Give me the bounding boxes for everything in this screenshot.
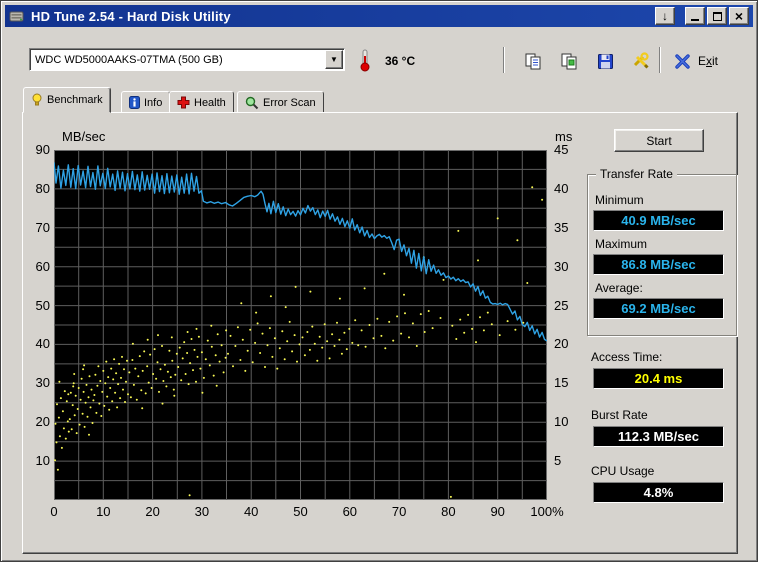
temperature-value: 36 °C	[385, 54, 416, 68]
tab-info[interactable]: Info	[121, 91, 171, 113]
x-axis-tick: 90	[490, 504, 505, 519]
minimum-value: 40.9 MB/sec	[593, 210, 724, 231]
toolbar-separator	[503, 47, 505, 73]
right-axis-tick: 5	[554, 453, 562, 469]
right-axis-tick: 15	[554, 375, 569, 391]
right-axis-tick: 10	[554, 414, 569, 430]
access-time-value: 20.4 ms	[593, 368, 724, 389]
copy-image-icon	[561, 53, 576, 69]
exit-label[interactable]: Exit	[698, 54, 718, 68]
chevron-down-icon: ▼	[330, 55, 338, 64]
x-axis-tick: 10	[96, 504, 111, 519]
thermometer-icon	[360, 49, 370, 72]
left-axis-tick: 40	[35, 336, 50, 352]
average-value: 69.2 MB/sec	[593, 298, 724, 319]
minimize-button[interactable]	[685, 7, 705, 25]
left-axis-tick: 80	[35, 180, 50, 196]
average-label: Average:	[595, 281, 643, 295]
maximize-icon	[712, 11, 722, 21]
grid-lines	[54, 150, 547, 500]
left-axis-tick: 70	[35, 219, 50, 235]
right-axis-tick: 25	[554, 297, 569, 313]
maximum-label: Maximum	[595, 237, 648, 251]
right-axis-tick: 20	[554, 336, 569, 352]
burst-rate-value: 112.3 MB/sec	[593, 426, 724, 447]
tab-error-scan-label: Error Scan	[263, 96, 316, 109]
close-button[interactable]: ×	[729, 7, 749, 25]
right-axis-tick: 45	[554, 142, 569, 157]
x-axis-tick: 30	[194, 504, 210, 519]
benchmark-chart: MB/sec ms 90 80 70 60 50 40 30 20 10 45 40 35 30 25 20…	[36, 129, 573, 519]
save-button[interactable]	[593, 49, 617, 73]
exit-button[interactable]	[671, 49, 695, 73]
burst-rate-label: Burst Rate	[591, 408, 648, 422]
copy-pages-icon	[525, 53, 540, 69]
left-axis-tick: 20	[35, 414, 50, 430]
x-axis-tick: 40	[243, 504, 259, 519]
access-time-label: Access Time:	[591, 350, 663, 364]
tab-health-label: Health	[194, 96, 226, 109]
x-axis-tick: 0	[50, 504, 58, 519]
toolbar-separator	[659, 47, 661, 73]
minimize-icon	[691, 19, 699, 21]
maximum-value: 86.8 MB/sec	[593, 254, 724, 275]
transfer-rate-group-title: Transfer Rate	[596, 167, 677, 181]
options-button[interactable]	[629, 49, 653, 73]
x-axis-tick: 60	[342, 504, 358, 519]
right-axis-tick: 35	[554, 219, 569, 235]
close-icon: ×	[734, 8, 744, 24]
tab-benchmark[interactable]: Benchmark	[23, 87, 111, 113]
right-axis-tick: 30	[554, 258, 569, 274]
start-button[interactable]: Start	[614, 129, 704, 152]
exit-label-pre: E	[698, 54, 707, 68]
tab-health[interactable]: Health	[169, 91, 234, 113]
left-axis-tick: 30	[35, 375, 50, 391]
benchmark-page: MB/sec ms 90 80 70 60 50 40 30 20 10 45 40 35 30 25 20…	[22, 112, 738, 554]
lightbulb-icon	[32, 93, 42, 106]
info-icon	[129, 96, 140, 109]
cpu-usage-label: CPU Usage	[591, 464, 655, 478]
window-title: HD Tune 2.54 - Hard Disk Utility	[31, 8, 231, 24]
start-button-label: Start	[646, 133, 672, 148]
tab-info-label: Info	[144, 96, 163, 109]
roll-up-arrow-icon: ↓	[662, 9, 668, 23]
left-axis-tick: 10	[35, 453, 50, 469]
red-cross-icon	[177, 96, 190, 109]
minimum-label: Minimum	[595, 193, 644, 207]
cpu-usage-value: 4.8%	[593, 482, 724, 503]
exit-label-post: it	[712, 54, 719, 68]
copy-image-button[interactable]	[557, 49, 581, 73]
floppy-disk-icon	[597, 53, 613, 69]
magnifier-icon	[245, 96, 259, 109]
x-axis-tick: 70	[391, 504, 407, 519]
chart-plot	[54, 150, 547, 500]
tools-icon	[633, 52, 649, 69]
copy-text-button[interactable]	[521, 49, 545, 73]
exit-x-icon	[675, 53, 690, 69]
hdtune-window: HD Tune 2.54 - Hard Disk Utility ↓ × WDC…	[0, 0, 758, 562]
drive-select-value: WDC WD5000AAKS-07TMA (500 GB)	[35, 53, 223, 66]
titlebar[interactable]: HD Tune 2.54 - Hard Disk Utility ↓ ×	[5, 5, 753, 27]
app-icon	[9, 11, 24, 22]
left-axis-tick: 50	[35, 297, 50, 313]
x-axis-tick: 100%	[530, 504, 564, 519]
left-axis-title: MB/sec	[62, 129, 106, 144]
drive-select-dropdown-button[interactable]: ▼	[325, 50, 343, 69]
tab-benchmark-label: Benchmark	[47, 94, 103, 106]
x-axis-tick: 20	[145, 504, 160, 519]
drive-select[interactable]: WDC WD5000AAKS-07TMA (500 GB) ▼	[29, 48, 345, 71]
roll-up-button[interactable]: ↓	[655, 7, 675, 25]
left-axis-tick: 90	[35, 142, 50, 157]
left-axis-tick: 60	[35, 258, 50, 274]
x-axis-tick: 80	[441, 504, 456, 519]
tab-error-scan[interactable]: Error Scan	[237, 91, 324, 113]
right-axis-tick: 40	[554, 180, 569, 196]
maximize-button[interactable]	[707, 7, 727, 25]
x-axis-tick: 50	[293, 504, 308, 519]
